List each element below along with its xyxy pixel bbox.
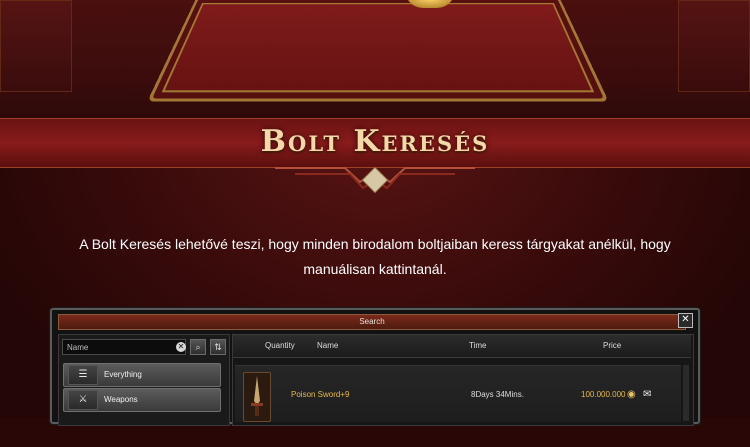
- results-header: Quantity Name Time Price: [233, 335, 691, 358]
- results-scrollbar[interactable]: [683, 365, 689, 421]
- title-ornament-icon: [275, 166, 475, 194]
- page-title: Bolt Keresés: [260, 124, 490, 159]
- gold-coins-icon: ◉: [627, 389, 636, 400]
- search-row: ✕ ⌕ ⇅: [62, 339, 226, 357]
- category-label: Weapons: [104, 395, 138, 404]
- column-name[interactable]: Name: [317, 335, 338, 357]
- category-weapons[interactable]: ⚔ Weapons: [63, 388, 221, 412]
- item-price: 100.000.000: [581, 390, 626, 399]
- search-icon[interactable]: ⌕: [190, 339, 206, 355]
- right-pillar-decoration: [678, 0, 750, 92]
- item-time: 8Days 34Mins.: [471, 390, 524, 399]
- search-input[interactable]: [62, 339, 186, 355]
- search-window: Search ✕ ✕ ⌕ ⇅ ☰ Everything ⚔ Weapons Qu…: [50, 308, 700, 426]
- category-panel: ✕ ⌕ ⇅ ☰ Everything ⚔ Weapons: [58, 334, 230, 426]
- results-panel: Quantity Name Time Price Poison Sword+9 …: [232, 334, 694, 426]
- mail-icon[interactable]: ✉: [643, 384, 651, 406]
- window-title: Search: [58, 314, 686, 330]
- column-price[interactable]: Price: [603, 335, 621, 357]
- close-button[interactable]: ✕: [678, 313, 693, 328]
- item-name: Poison Sword+9: [291, 390, 350, 399]
- list-icon: ☰: [68, 365, 98, 385]
- rug-decoration: [147, 0, 609, 102]
- sword-icon: ⚔: [68, 390, 98, 410]
- sort-icon[interactable]: ⇅: [210, 339, 226, 355]
- clear-search-icon[interactable]: ✕: [176, 342, 186, 352]
- table-row[interactable]: Poison Sword+9 8Days 34Mins. 100.000.000…: [235, 365, 681, 422]
- poison-sword-icon: [243, 372, 271, 422]
- page-description: A Bolt Keresés lehetővé teszi, hogy mind…: [79, 236, 671, 277]
- top-scene-illustration: [0, 0, 750, 118]
- category-label: Everything: [104, 370, 142, 379]
- category-everything[interactable]: ☰ Everything: [63, 363, 221, 387]
- left-pillar-decoration: [0, 0, 72, 92]
- column-time[interactable]: Time: [469, 335, 486, 357]
- column-quantity[interactable]: Quantity: [265, 335, 295, 357]
